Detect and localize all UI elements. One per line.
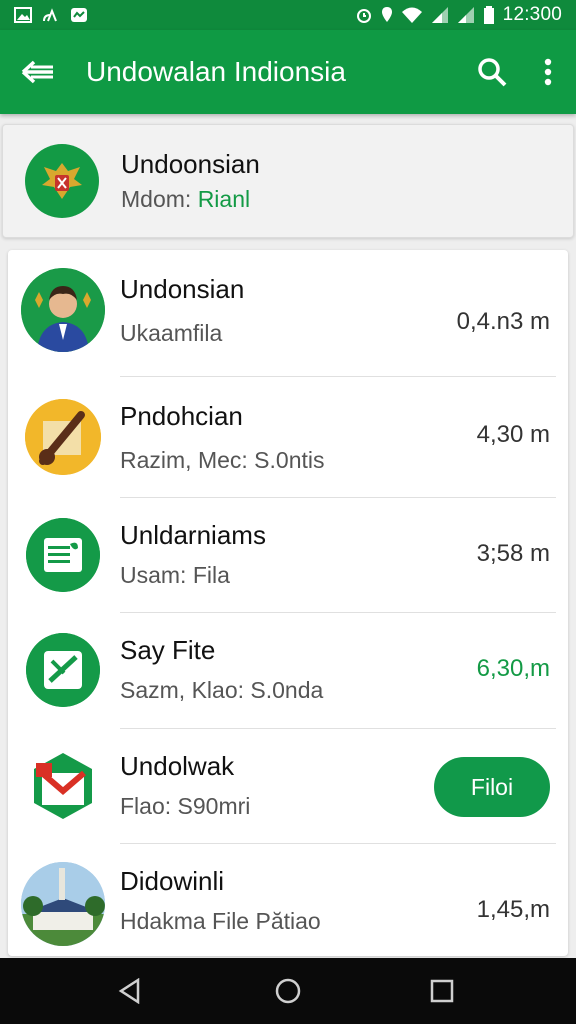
recents-square-icon bbox=[430, 979, 454, 1003]
list-item-title: Didowinli bbox=[120, 866, 225, 896]
image-icon bbox=[14, 7, 32, 23]
signal-icon bbox=[457, 7, 474, 23]
profile-card[interactable]: Undoonsian Mdom: Rianl bbox=[2, 124, 574, 238]
list-item-title: Unldarniams bbox=[120, 520, 266, 550]
building-photo-icon bbox=[21, 862, 105, 946]
file-edit-icon bbox=[26, 633, 100, 707]
document-icon bbox=[26, 518, 100, 592]
location-icon bbox=[381, 7, 392, 22]
official-avatar-icon bbox=[21, 268, 105, 352]
more-vert-icon bbox=[544, 58, 552, 86]
list-item[interactable]: Say Fite Sazm, Klao: S.0nda 6,30,m bbox=[8, 613, 568, 727]
garuda-emblem-icon bbox=[25, 144, 99, 218]
home-circle-icon bbox=[275, 978, 301, 1004]
instrument-avatar-icon bbox=[25, 399, 101, 475]
search-button[interactable] bbox=[464, 30, 520, 114]
list-item[interactable]: Pndohcian Razim, Mec: S.0ntis 4,30 m bbox=[8, 377, 568, 497]
arrow-left-icon bbox=[21, 60, 53, 84]
gmail-icon bbox=[26, 749, 100, 823]
alarm-icon bbox=[356, 9, 371, 23]
profile-title: Undoonsian bbox=[121, 149, 260, 179]
list-item-subtitle: Razim, Mec: S.0ntis bbox=[120, 447, 325, 473]
list-item-meta: 1,45,m bbox=[476, 896, 550, 923]
nav-home-button[interactable] bbox=[248, 958, 328, 1024]
open-file-button[interactable]: Filoi bbox=[434, 757, 550, 817]
list-item[interactable]: Unldarniams Usam: Fila 3;58 m bbox=[8, 498, 568, 612]
cast-icon bbox=[43, 8, 57, 22]
file-list: Undonsian Ukaamfila 0,4.n3 m Pndohcian R… bbox=[8, 250, 568, 956]
system-nav-bar bbox=[0, 958, 576, 1024]
list-item-meta: 6,30,m bbox=[476, 655, 550, 682]
nav-back-button[interactable] bbox=[90, 958, 170, 1024]
message-icon bbox=[71, 8, 87, 22]
list-item-meta: 0,4.n3 m bbox=[456, 308, 550, 335]
battery-icon bbox=[483, 6, 494, 24]
page-title: Undowalan Indionsia bbox=[86, 56, 346, 87]
list-item-title: Say Fite bbox=[120, 635, 216, 665]
nav-recents-button[interactable] bbox=[402, 958, 482, 1024]
list-item-subtitle: Ukaamfila bbox=[120, 320, 223, 346]
profile-sub-value: Rianl bbox=[197, 186, 251, 212]
signal-icon bbox=[431, 7, 448, 23]
list-item[interactable]: Undonsian Ukaamfila 0,4.n3 m bbox=[8, 250, 568, 376]
clock: 12:300 bbox=[502, 4, 562, 25]
list-item-title: Undonsian bbox=[120, 274, 245, 304]
app-bar: Undowalan Indionsia bbox=[0, 30, 576, 114]
back-button[interactable] bbox=[6, 30, 70, 114]
list-item-title: Undolwak bbox=[120, 751, 235, 781]
list-item-subtitle: Flao: S90mri bbox=[120, 793, 251, 819]
status-bar: 12:300 bbox=[0, 0, 576, 30]
profile-sub-label: Mdom: bbox=[121, 186, 198, 212]
more-options-button[interactable] bbox=[520, 30, 576, 114]
search-icon bbox=[478, 58, 507, 87]
list-item-title: Pndohcian bbox=[120, 401, 243, 431]
list-item[interactable]: Didowinli Hdakma File Pătiao 1,45,m bbox=[8, 844, 568, 956]
list-item-meta: 3;58 m bbox=[476, 540, 550, 567]
profile-subtitle: Mdom: Rianl bbox=[121, 186, 260, 213]
list-item-subtitle: Sazm, Klao: S.0nda bbox=[120, 677, 324, 703]
list-item-subtitle: Hdakma File Pătiao bbox=[120, 908, 321, 934]
list-item-subtitle: Usam: Fila bbox=[120, 562, 230, 588]
list-item-meta: 4,30 m bbox=[476, 421, 550, 448]
wifi-icon bbox=[401, 7, 422, 23]
list-item[interactable]: Undolwak Flao: S90mri Filoi bbox=[8, 729, 568, 843]
back-triangle-icon bbox=[118, 978, 140, 1004]
